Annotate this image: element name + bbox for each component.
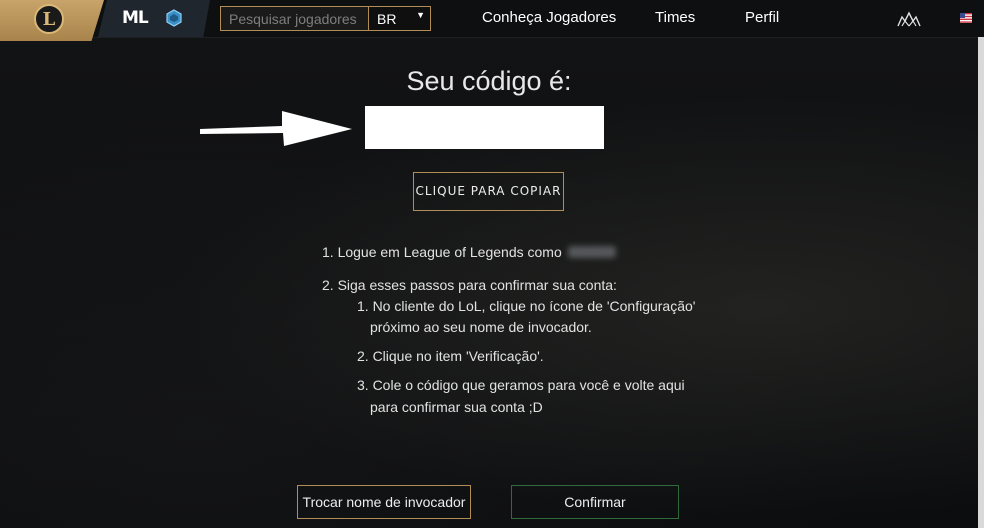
gem-icon[interactable] (165, 9, 183, 27)
substep-1-line-2: próximo ao seu nome de invocador. (370, 319, 592, 335)
logo-block[interactable]: L (0, 0, 104, 41)
league-of-legends-logo-icon: L (34, 4, 64, 34)
step-1: 1. Logue em League of Legends como (322, 244, 616, 260)
substep-1-line-1: 1. No cliente do LoL, clique no ícone de… (357, 298, 696, 314)
substep-3-line-2: para confirmar sua conta ;D (370, 399, 543, 415)
ml-logo-icon[interactable]: ML (122, 8, 149, 28)
step-1-text: 1. Logue em League of Legends como (322, 244, 562, 260)
app-logo-block (98, 0, 210, 37)
top-navbar: L ML BR ▼ Conheça Jogadores Times Perfil (0, 0, 984, 41)
nav-conheca-jogadores[interactable]: Conheça Jogadores (482, 9, 616, 26)
region-select-value: BR (377, 11, 397, 27)
confirm-button[interactable]: Confirmar (511, 485, 679, 519)
copy-code-button[interactable]: CLIQUE PARA COPIAR (413, 172, 564, 211)
substep-2: 2. Clique no item 'Verificação'. (357, 348, 544, 364)
change-summoner-name-button[interactable]: Trocar nome de invocador (297, 485, 471, 519)
page-title: Seu código é: (406, 66, 572, 96)
search-input[interactable] (220, 6, 368, 31)
substep-3-line-1: 3. Cole o código que geramos para você e… (357, 377, 685, 393)
scrollbar-track[interactable] (978, 37, 984, 528)
nav-perfil[interactable]: Perfil (745, 9, 779, 26)
step-2: 2. Siga esses passos para confirmar sua … (322, 277, 617, 293)
arrow-right-icon (200, 111, 352, 146)
us-flag-icon[interactable] (960, 13, 972, 23)
chevron-down-icon: ▼ (416, 10, 425, 20)
blurred-summoner-name (567, 246, 616, 258)
people-icon[interactable] (897, 11, 921, 27)
region-select[interactable]: BR ▼ (368, 6, 431, 31)
nav-times[interactable]: Times (655, 9, 695, 26)
verification-code-box (365, 106, 604, 149)
